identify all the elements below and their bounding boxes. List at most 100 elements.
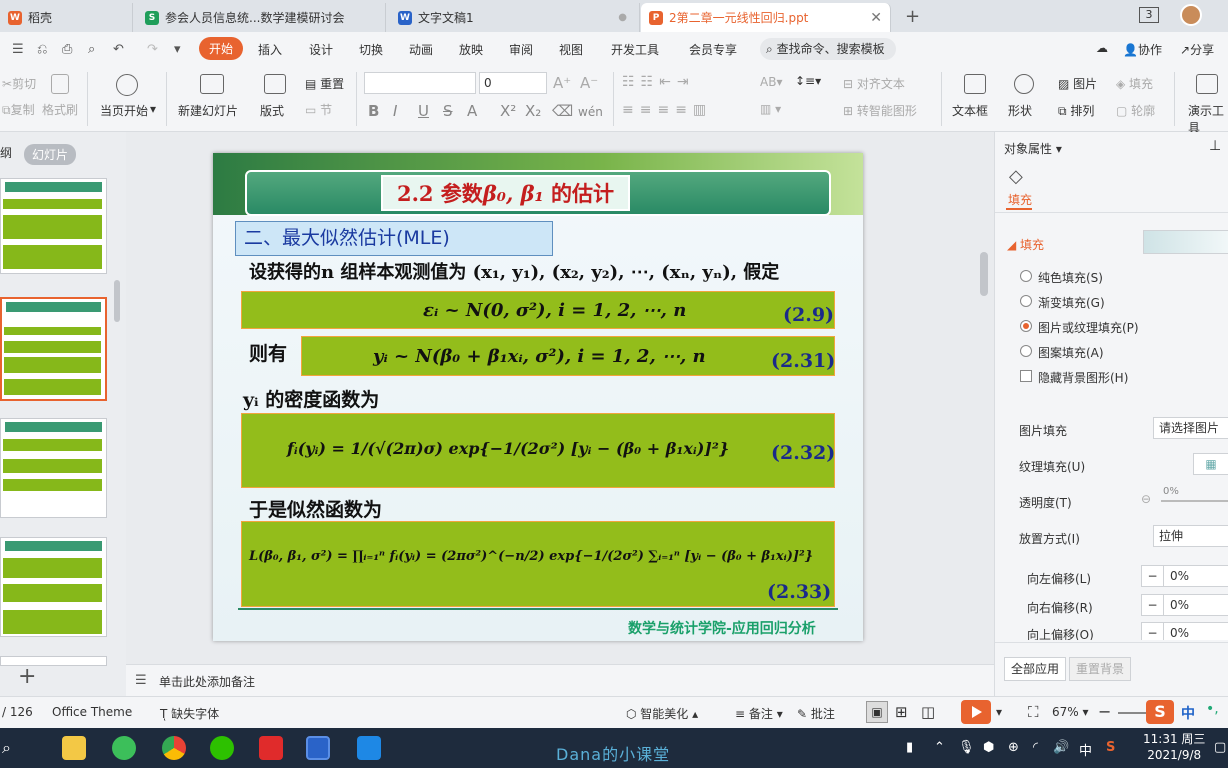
fill-preview[interactable]: [1143, 230, 1228, 254]
slide-thumbnail[interactable]: [0, 418, 107, 518]
outline-button[interactable]: ▢ 轮廓: [1116, 102, 1155, 119]
browser-360-icon[interactable]: [112, 736, 136, 760]
search-input[interactable]: ⌕ 查找命令、搜索模板: [760, 38, 896, 60]
shrink-font-icon[interactable]: A⁻: [580, 74, 598, 92]
menu-view[interactable]: 视图: [559, 41, 583, 58]
tab-outline[interactable]: 纲: [0, 144, 12, 161]
menu-member[interactable]: 会员专享: [689, 41, 737, 58]
sogou-tray-icon[interactable]: S: [1106, 740, 1115, 755]
fit-window-icon[interactable]: ⛶: [1028, 703, 1039, 721]
zoom-out-icon[interactable]: −: [1098, 702, 1111, 721]
radio-solid-fill[interactable]: [1020, 270, 1032, 282]
textbox-button[interactable]: 文本框: [952, 102, 988, 119]
canvas-scrollbar[interactable]: [980, 252, 988, 296]
battery-icon[interactable]: ▮: [906, 740, 913, 755]
comments-button[interactable]: ✎ 批注: [797, 705, 835, 722]
font-color-icon[interactable]: A: [467, 102, 477, 120]
menu-animation[interactable]: 动画: [409, 41, 433, 58]
play-from-current-button[interactable]: 当页开始: [100, 102, 148, 119]
menu-home[interactable]: 开始: [199, 37, 244, 60]
play-from-current-icon[interactable]: [116, 74, 138, 96]
quick-access-dropdown-icon[interactable]: ▾: [174, 42, 181, 57]
reset-button[interactable]: ▤ 重置: [305, 75, 344, 92]
offset-up-stepper[interactable]: − 0%: [1141, 622, 1228, 640]
cut-button[interactable]: ✂剪切: [2, 75, 36, 92]
menu-transition[interactable]: 切换: [359, 41, 383, 58]
ime-punct-icon[interactable]: •,: [1206, 701, 1219, 717]
thumbnail-scrollbar[interactable]: [114, 280, 120, 322]
ime-tray-text[interactable]: 中: [1079, 740, 1092, 759]
align-icons[interactable]: ≡≡≡≡▥: [622, 102, 712, 118]
screen-recorder-icon[interactable]: [357, 736, 381, 760]
tab-writer[interactable]: W 文字文稿1 ●: [390, 3, 640, 32]
wps-writer-icon[interactable]: [306, 736, 330, 760]
text-direction-icon[interactable]: AB▾: [760, 75, 782, 89]
transparency-slider[interactable]: [1161, 500, 1228, 502]
tab-presentation[interactable]: P 2第二章一元线性回归.ppt ✕: [641, 3, 891, 32]
chrome-icon[interactable]: [162, 736, 186, 760]
offset-right-stepper[interactable]: − 0%: [1141, 594, 1228, 616]
radio-pattern-fill[interactable]: [1020, 345, 1032, 357]
placement-select[interactable]: 拉伸: [1153, 525, 1228, 547]
missing-font-button[interactable]: Tͅ 缺失字体: [160, 705, 219, 722]
undo-icon[interactable]: ↶: [113, 42, 124, 57]
menu-insert[interactable]: 插入: [258, 41, 282, 58]
list-icons[interactable]: ☷☷⇤⇥: [622, 74, 695, 90]
network-drive-icon[interactable]: ⬢: [983, 740, 994, 755]
print-preview-icon[interactable]: ⌕: [88, 42, 95, 57]
apply-all-button[interactable]: 全部应用: [1004, 657, 1067, 681]
shape-icon[interactable]: [1014, 74, 1034, 94]
normal-view-icon[interactable]: ▣: [866, 701, 888, 723]
zoom-slider[interactable]: [1118, 712, 1148, 714]
fill-button[interactable]: ◈ 填充: [1116, 75, 1153, 92]
transparency-minus-icon[interactable]: ⊖: [1141, 492, 1151, 506]
ime-mode[interactable]: 中: [1181, 703, 1195, 723]
new-slide-button[interactable]: 新建幻灯片: [178, 102, 238, 119]
reset-background-button[interactable]: 重置背景: [1069, 657, 1132, 681]
menu-slideshow[interactable]: 放映: [459, 41, 483, 58]
slide[interactable]: 2.2 参数β₀, β₁ 的估计 二、最大似然估计(MLE) 设获得的n 组样本…: [213, 153, 863, 641]
new-tab-icon[interactable]: +: [905, 6, 920, 27]
system-clock[interactable]: 11:31 周三 2021/9/8: [1143, 731, 1205, 763]
italic-icon[interactable]: I: [393, 102, 397, 120]
slide-thumbnail[interactable]: [0, 537, 107, 637]
paste-icon[interactable]: [51, 74, 69, 94]
hide-background-checkbox[interactable]: [1020, 370, 1032, 382]
textbox-icon[interactable]: [964, 74, 986, 94]
dropdown-arrow-icon[interactable]: ▾: [150, 102, 156, 116]
superscript-icon[interactable]: X²: [500, 102, 516, 120]
pin-icon[interactable]: ⊥: [1209, 138, 1221, 154]
wechat-icon[interactable]: [210, 736, 234, 760]
menu-review[interactable]: 审阅: [509, 41, 533, 58]
menu-developer[interactable]: 开发工具: [611, 41, 659, 58]
align-text-button[interactable]: ⊟ 对齐文本: [843, 75, 905, 92]
grow-font-icon[interactable]: A⁺: [553, 74, 571, 92]
picture-button[interactable]: ▨ 图片: [1058, 75, 1097, 92]
fill-section-toggle[interactable]: ◢ 填充: [1007, 236, 1044, 253]
zoom-level[interactable]: 67% ▾: [1052, 705, 1089, 719]
share-button[interactable]: ↗分享: [1180, 41, 1214, 58]
underline-icon[interactable]: U: [418, 102, 429, 120]
add-slide-icon[interactable]: +: [18, 664, 36, 689]
collaborate-button[interactable]: 👤协作: [1123, 41, 1162, 58]
phonetic-icon[interactable]: wén: [578, 105, 603, 119]
font-size-field[interactable]: 0: [479, 72, 547, 94]
close-icon[interactable]: ✕: [870, 10, 882, 26]
print-icon[interactable]: ⎙: [62, 42, 72, 57]
minus-icon[interactable]: −: [1142, 566, 1164, 586]
redo-icon[interactable]: ↷: [147, 42, 158, 57]
copy-button[interactable]: ⧉复制: [2, 101, 35, 118]
line-spacing-icon[interactable]: ↕≡▾: [795, 74, 821, 88]
tab-slides[interactable]: 幻灯片: [24, 144, 77, 165]
window-count-badge[interactable]: 3: [1139, 7, 1159, 23]
file-menu-icon[interactable]: ☰: [12, 42, 24, 57]
cloud-sync-icon[interactable]: ☁: [1096, 41, 1108, 55]
shape-button[interactable]: 形状: [1008, 102, 1032, 119]
microphone-icon[interactable]: 🎙: [958, 740, 975, 755]
presenter-tools-icon[interactable]: [1196, 74, 1218, 94]
minus-icon[interactable]: −: [1142, 595, 1164, 615]
section-button[interactable]: ▭ 节: [305, 101, 332, 118]
layout-button[interactable]: 版式: [260, 102, 284, 119]
subscript-icon[interactable]: X₂: [525, 102, 541, 120]
radio-picture-fill[interactable]: [1020, 320, 1032, 332]
